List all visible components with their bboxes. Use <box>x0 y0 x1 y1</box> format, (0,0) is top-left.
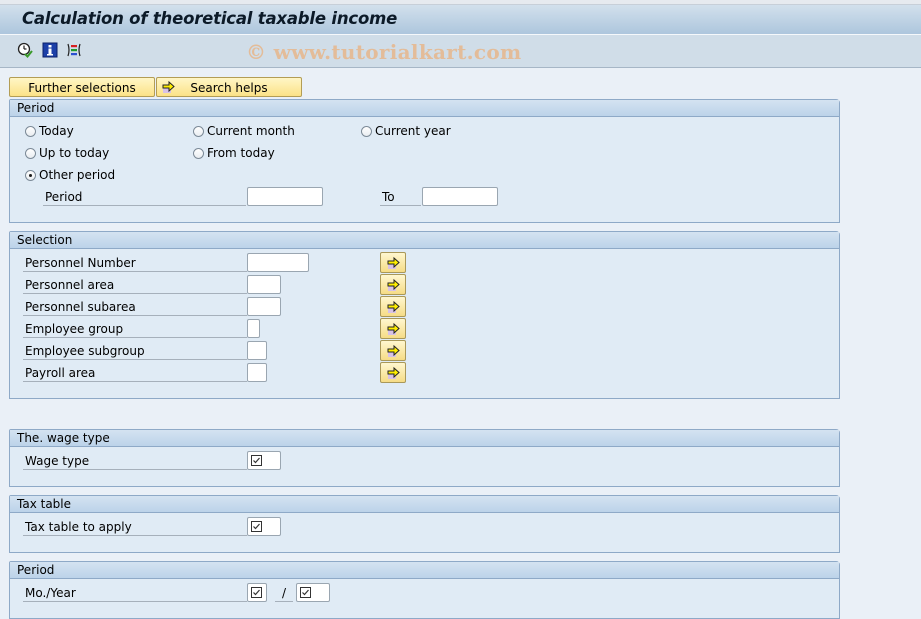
employee-subgroup-label: Employee subgroup <box>23 342 247 360</box>
further-selections-button[interactable]: Further selections <box>9 77 155 97</box>
year-input[interactable] <box>296 583 330 602</box>
personnel-area-label: Personnel area <box>23 276 247 294</box>
month-input[interactable] <box>247 583 267 602</box>
radio-label: Today <box>39 124 74 138</box>
radio-today[interactable]: Today <box>25 122 74 140</box>
payroll-area-label: Payroll area <box>23 364 247 382</box>
radio-label: From today <box>207 146 275 160</box>
radio-button[interactable] <box>25 125 36 137</box>
search-helps-label: Search helps <box>190 81 268 95</box>
employee-group-multiple-selection-button[interactable] <box>380 318 406 339</box>
tax-table-input[interactable] <box>247 517 281 536</box>
arrow-right-icon <box>161 79 177 101</box>
page-title: Calculation of theoretical taxable incom… <box>22 9 398 28</box>
personnel-area-multiple-selection-button[interactable] <box>380 274 406 295</box>
radio-button[interactable] <box>361 125 372 137</box>
tax-table-label: Tax table to apply <box>23 518 247 536</box>
radio-other-period[interactable]: Other period <box>25 166 115 184</box>
personnel-subarea-multiple-selection-button[interactable] <box>380 296 406 317</box>
personnel-area-input[interactable] <box>247 275 281 294</box>
radio-button[interactable] <box>25 147 36 159</box>
arrow-right-icon <box>387 300 400 313</box>
radio-current-month[interactable]: Current month <box>193 122 295 140</box>
month-year-separator: / <box>275 584 293 602</box>
arrow-right-icon <box>387 344 400 357</box>
radio-button-selected[interactable] <box>25 169 36 181</box>
selection-group-title: Selection <box>10 232 839 249</box>
application-toolbar: © www.tutorialkart.com <box>0 35 921 68</box>
period-month-year-group-title: Period <box>10 562 839 579</box>
required-field-icon <box>251 587 262 598</box>
employee-group-input[interactable] <box>247 319 260 338</box>
required-field-icon <box>251 455 262 466</box>
arrow-right-icon <box>387 278 400 291</box>
watermark-text: © www.tutorialkart.com <box>246 40 522 64</box>
arrow-right-icon <box>387 366 400 379</box>
radio-from-today[interactable]: From today <box>193 144 275 162</box>
tax-table-group-title: Tax table <box>10 496 839 513</box>
info-icon[interactable] <box>42 42 58 58</box>
period-to-input[interactable] <box>422 187 498 206</box>
wage-type-group-title: The. wage type <box>10 430 839 447</box>
personnel-number-multiple-selection-button[interactable] <box>380 252 406 273</box>
search-helps-button[interactable]: Search helps <box>156 77 302 97</box>
further-selections-label: Further selections <box>28 81 136 95</box>
period-from-input[interactable] <box>247 187 323 206</box>
radio-label: Up to today <box>39 146 110 160</box>
radio-up-to-today[interactable]: Up to today <box>25 144 109 162</box>
employee-subgroup-multiple-selection-button[interactable] <box>380 340 406 361</box>
wage-type-label: Wage type <box>23 452 247 470</box>
radio-button[interactable] <box>193 147 204 159</box>
arrow-right-icon <box>387 256 400 269</box>
arrow-right-icon <box>387 322 400 335</box>
payroll-area-input[interactable] <box>247 363 267 382</box>
month-year-label: Mo./Year <box>23 584 247 602</box>
required-field-icon <box>251 521 262 532</box>
radio-label: Other period <box>39 168 116 182</box>
period-group-title: Period <box>10 100 839 117</box>
execute-clock-icon[interactable] <box>17 42 33 58</box>
employee-subgroup-input[interactable] <box>247 341 267 360</box>
period-label: Period <box>43 188 246 206</box>
selection-options-icon[interactable] <box>66 42 82 58</box>
required-field-icon <box>300 587 311 598</box>
period-to-label: To <box>380 188 421 206</box>
title-bar: Calculation of theoretical taxable incom… <box>0 5 921 35</box>
personnel-subarea-label: Personnel subarea <box>23 298 247 316</box>
wage-type-input[interactable] <box>247 451 281 470</box>
payroll-area-multiple-selection-button[interactable] <box>380 362 406 383</box>
radio-current-year[interactable]: Current year <box>361 122 451 140</box>
personnel-number-label: Personnel Number <box>23 254 247 272</box>
personnel-subarea-input[interactable] <box>247 297 281 316</box>
radio-button[interactable] <box>193 125 204 137</box>
radio-label: Current year <box>375 124 451 138</box>
radio-label: Current month <box>207 124 295 138</box>
personnel-number-input[interactable] <box>247 253 309 272</box>
employee-group-label: Employee group <box>23 320 247 338</box>
